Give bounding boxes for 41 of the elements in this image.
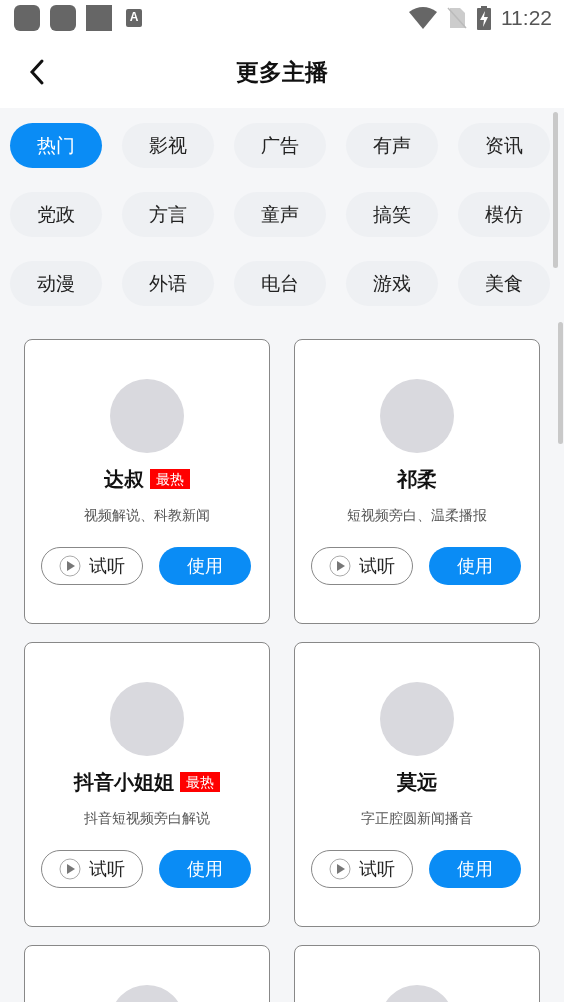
category-tab[interactable]: 模仿 bbox=[458, 192, 550, 237]
category-tab[interactable]: 资讯 bbox=[458, 123, 550, 168]
category-tab[interactable]: 党政 bbox=[10, 192, 102, 237]
preview-button[interactable]: 试听 bbox=[41, 850, 143, 888]
notification-icon bbox=[14, 5, 40, 31]
category-tab[interactable]: 游戏 bbox=[346, 261, 438, 306]
category-tab[interactable]: 电台 bbox=[234, 261, 326, 306]
play-icon bbox=[59, 858, 81, 880]
notification-icon bbox=[86, 5, 112, 31]
anchor-name: 祁柔 bbox=[397, 465, 437, 493]
anchor-name: 莫远 bbox=[397, 768, 437, 796]
play-icon bbox=[329, 555, 351, 577]
preview-button[interactable]: 试听 bbox=[311, 850, 413, 888]
category-tab[interactable]: 影视 bbox=[122, 123, 214, 168]
hot-badge: 最热 bbox=[180, 772, 220, 792]
category-tab[interactable]: 童声 bbox=[234, 192, 326, 237]
battery-charging-icon bbox=[477, 6, 491, 30]
no-sim-icon bbox=[447, 7, 467, 29]
anchor-description: 字正腔圆新闻播音 bbox=[361, 810, 473, 828]
hot-badge: 最热 bbox=[150, 469, 190, 489]
play-icon bbox=[329, 858, 351, 880]
page-title: 更多主播 bbox=[236, 57, 328, 87]
wifi-icon bbox=[409, 7, 437, 29]
category-tab[interactable]: 美食 bbox=[458, 261, 550, 306]
anchor-description: 短视频旁白、温柔播报 bbox=[347, 507, 487, 525]
anchor-name: 达叔 bbox=[104, 465, 144, 493]
clock-time: 11:22 bbox=[501, 6, 552, 30]
category-tab[interactable]: 广告 bbox=[234, 123, 326, 168]
category-tab[interactable]: 方言 bbox=[122, 192, 214, 237]
category-tab[interactable]: 搞笑 bbox=[346, 192, 438, 237]
category-tab[interactable]: 外语 bbox=[122, 261, 214, 306]
anchor-name: 抖音小姐姐 bbox=[74, 768, 174, 796]
anchor-description: 视频解说、科教新闻 bbox=[84, 507, 210, 525]
notification-icon bbox=[50, 5, 76, 31]
category-tab[interactable]: 动漫 bbox=[10, 261, 102, 306]
anchor-description: 抖音短视频旁白解说 bbox=[84, 810, 210, 828]
preview-button[interactable]: 试听 bbox=[41, 547, 143, 585]
play-icon bbox=[59, 555, 81, 577]
preview-button[interactable]: 试听 bbox=[311, 547, 413, 585]
category-tab[interactable]: 有声 bbox=[346, 123, 438, 168]
keyboard-icon: A bbox=[126, 9, 142, 27]
